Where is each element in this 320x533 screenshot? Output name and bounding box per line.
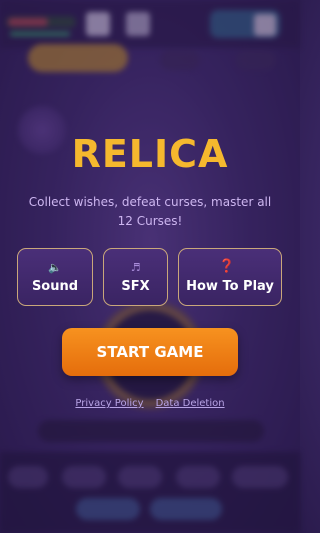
speaker-icon: 🔈 (48, 260, 62, 274)
privacy-policy-link[interactable]: Privacy Policy (75, 398, 143, 409)
sfx-button-label: SFX (121, 278, 150, 294)
how-to-play-label: How To Play (186, 279, 274, 294)
music-note-icon: ♬ (130, 260, 141, 274)
game-subtitle: Collect wishes, defeat curses, master al… (28, 195, 272, 228)
sfx-button[interactable]: ♬ SFX (103, 248, 168, 306)
game-title: RELICA (71, 132, 229, 176)
start-game-button[interactable]: START GAME (62, 328, 238, 376)
sound-button-label: Sound (31, 278, 79, 294)
sound-button[interactable]: 🔈 Sound (17, 248, 93, 306)
data-deletion-link[interactable]: Data Deletion (156, 398, 225, 409)
footer-links: Privacy Policy Data Deletion (0, 398, 300, 409)
how-to-play-button[interactable]: ❓ How To Play (178, 248, 282, 306)
question-mark-icon: ❓ (218, 259, 236, 274)
